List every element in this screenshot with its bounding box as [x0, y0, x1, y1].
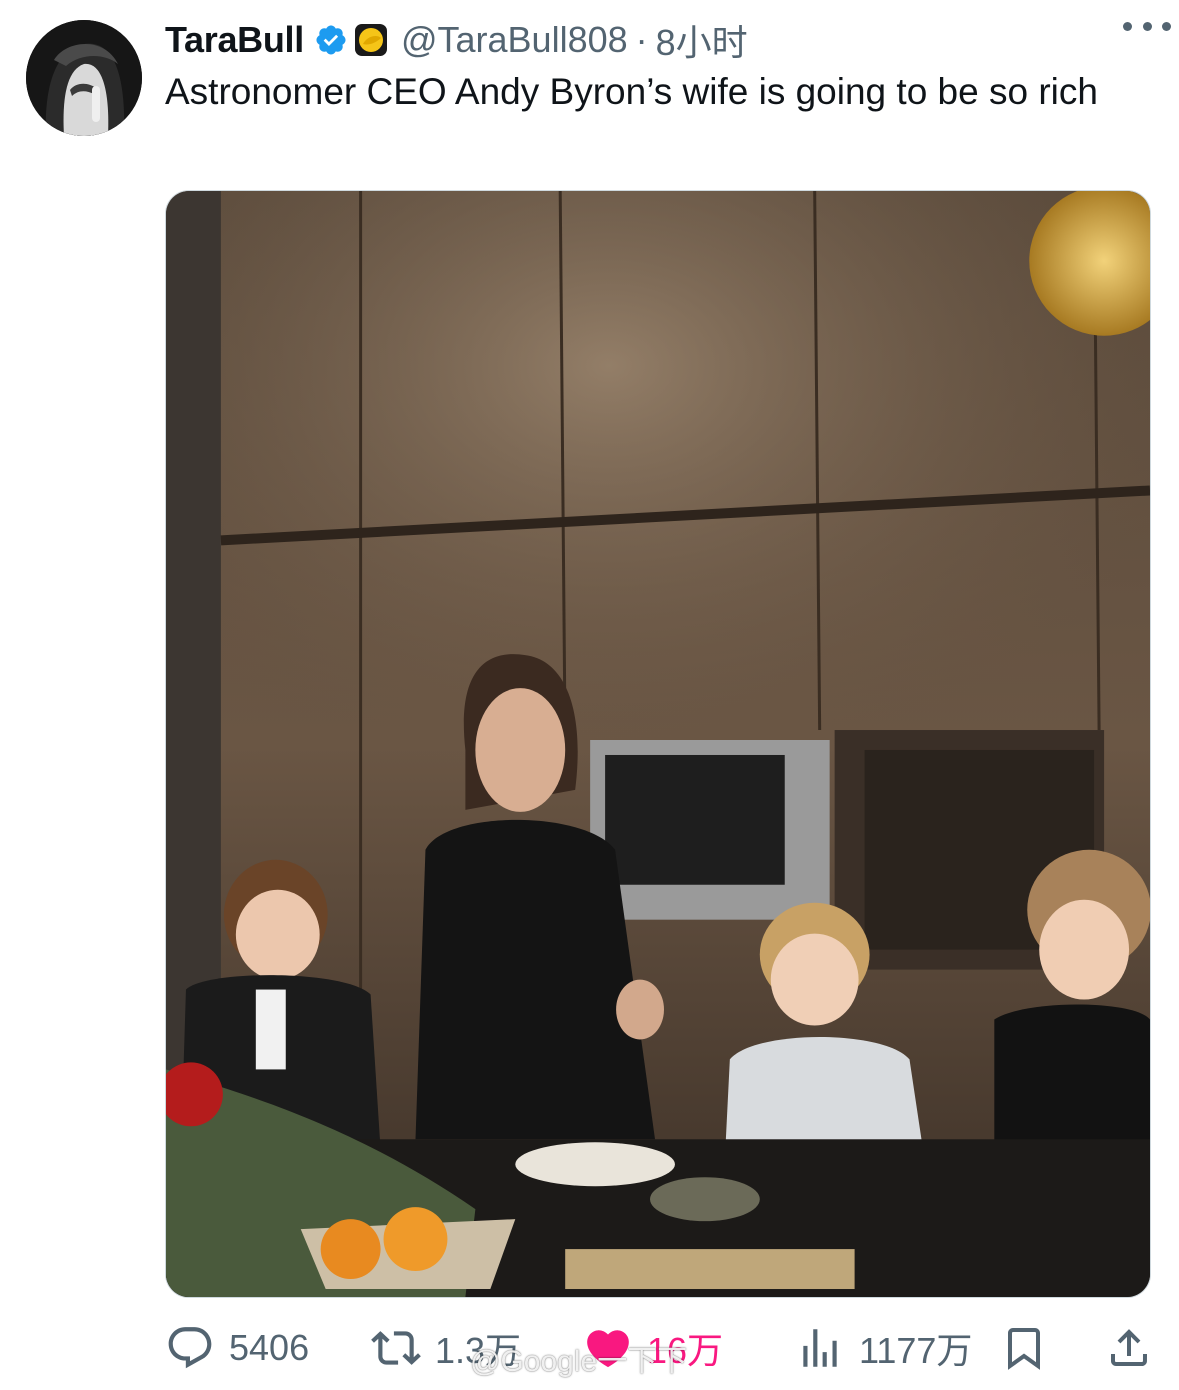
tweet-text: Astronomer CEO Andy Byron’s wife is goin…: [165, 71, 1098, 112]
media-photo: [166, 191, 1150, 1297]
tweet-media[interactable]: [165, 190, 1151, 1298]
views-chart-icon: [803, 1329, 837, 1367]
post-time[interactable]: 8小时: [656, 14, 748, 66]
affiliate-badge-icon[interactable]: [353, 22, 389, 58]
avatar[interactable]: [26, 20, 142, 136]
verified-badge-icon[interactable]: [314, 23, 348, 57]
reply-icon: [168, 1327, 212, 1369]
watermark-text: @Google一下下: [470, 1345, 688, 1378]
views-button[interactable]: 1177万: [795, 1318, 972, 1378]
bookmark-icon: [1008, 1328, 1040, 1370]
user-handle[interactable]: @TaraBull808: [401, 19, 628, 61]
header-separator: ·: [635, 19, 648, 60]
bookmark-button[interactable]: [1000, 1318, 1048, 1378]
reply-button[interactable]: 5406: [165, 1318, 309, 1378]
repost-icon: [371, 1331, 421, 1365]
reply-count: 5406: [229, 1327, 310, 1368]
tweet-header: TaraBull @TaraBull808 · 8小时: [165, 14, 1155, 66]
more-options-icon[interactable]: [1123, 16, 1171, 36]
share-button[interactable]: [1105, 1318, 1153, 1378]
avatar-image: [26, 20, 142, 136]
display-name[interactable]: TaraBull: [165, 19, 304, 61]
share-icon: [1111, 1329, 1147, 1366]
view-count: 1177万: [859, 1330, 973, 1371]
